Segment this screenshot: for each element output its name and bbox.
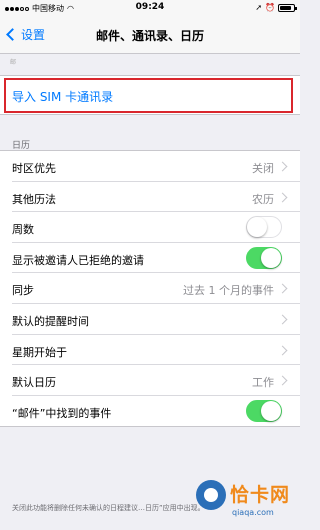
row-label: 星期开始于 bbox=[12, 345, 67, 359]
row-label: 时区优先 bbox=[12, 162, 56, 175]
watermark-logo: 恰卡网 qiaqa.com bbox=[196, 478, 296, 528]
row-value: 工作 bbox=[252, 376, 274, 390]
watermark-circle-icon bbox=[196, 480, 226, 510]
row-sync[interactable]: 同步 过去 1 个月的事件 bbox=[0, 273, 300, 304]
row-label: 其他历法 bbox=[12, 192, 56, 206]
row-start-week-on[interactable]: 星期开始于 bbox=[0, 335, 300, 366]
navigation-bar: 设置 邮件、通讯录、日历 bbox=[0, 16, 300, 54]
mail-events-toggle[interactable] bbox=[246, 399, 282, 422]
chevron-right-icon bbox=[277, 283, 288, 294]
row-week-numbers: 周数 bbox=[0, 212, 300, 243]
row-value: 农历 bbox=[252, 192, 274, 206]
row-label: 周数 bbox=[12, 223, 34, 237]
highlight-box bbox=[4, 78, 293, 113]
row-label: 默认的提醒时间 bbox=[12, 314, 89, 328]
location-icon: ➚ bbox=[255, 3, 263, 12]
chevron-right-icon bbox=[277, 375, 288, 386]
row-value: 过去 1 个月的事件 bbox=[183, 284, 274, 298]
chevron-right-icon bbox=[277, 161, 288, 172]
faint-header-text: 邮 bbox=[10, 59, 17, 66]
alarm-clock-icon: ⏰ bbox=[265, 3, 275, 12]
watermark-title: 恰卡网 bbox=[230, 484, 291, 506]
row-default-alert-times[interactable]: 默认的提醒时间 bbox=[0, 304, 300, 335]
chevron-right-icon bbox=[277, 192, 288, 203]
row-time-zone-override[interactable]: 时区优先 关闭 bbox=[0, 151, 300, 182]
row-label: “邮件”中找到的事件 bbox=[12, 406, 112, 420]
week-numbers-toggle[interactable] bbox=[246, 216, 282, 239]
row-default-calendar[interactable]: 默认日历 工作 bbox=[0, 365, 300, 396]
status-bar: 中国移动 ◠ 09:24 ➚ ⏰ bbox=[0, 0, 300, 16]
calendar-settings-group: 时区优先 关闭 其他历法 农历 周数 显示被邀请人已拒绝的邀请 同步 过去 1 … bbox=[0, 150, 300, 428]
row-value: 关闭 bbox=[252, 162, 274, 175]
status-right: ➚ ⏰ bbox=[255, 3, 297, 12]
watermark-url: qiaqa.com bbox=[232, 508, 274, 517]
page-title: 邮件、通讯录、日历 bbox=[95, 29, 204, 43]
row-label: 显示被邀请人已拒绝的邀请 bbox=[12, 253, 144, 267]
row-label: 同步 bbox=[12, 284, 34, 298]
chevron-right-icon bbox=[277, 314, 288, 325]
row-show-declined: 显示被邀请人已拒绝的邀请 bbox=[0, 243, 300, 274]
show-declined-toggle[interactable] bbox=[246, 246, 282, 269]
battery-icon bbox=[278, 3, 297, 12]
row-alternate-calendars[interactable]: 其他历法 农历 bbox=[0, 182, 300, 213]
row-label: 默认日历 bbox=[12, 376, 56, 390]
chevron-right-icon bbox=[277, 345, 288, 356]
row-events-found-in-mail: “邮件”中找到的事件 bbox=[0, 396, 300, 427]
footer-note: 关闭此功能将删除任何未确认的日程建议…日历”应用中出现。 bbox=[12, 504, 205, 512]
